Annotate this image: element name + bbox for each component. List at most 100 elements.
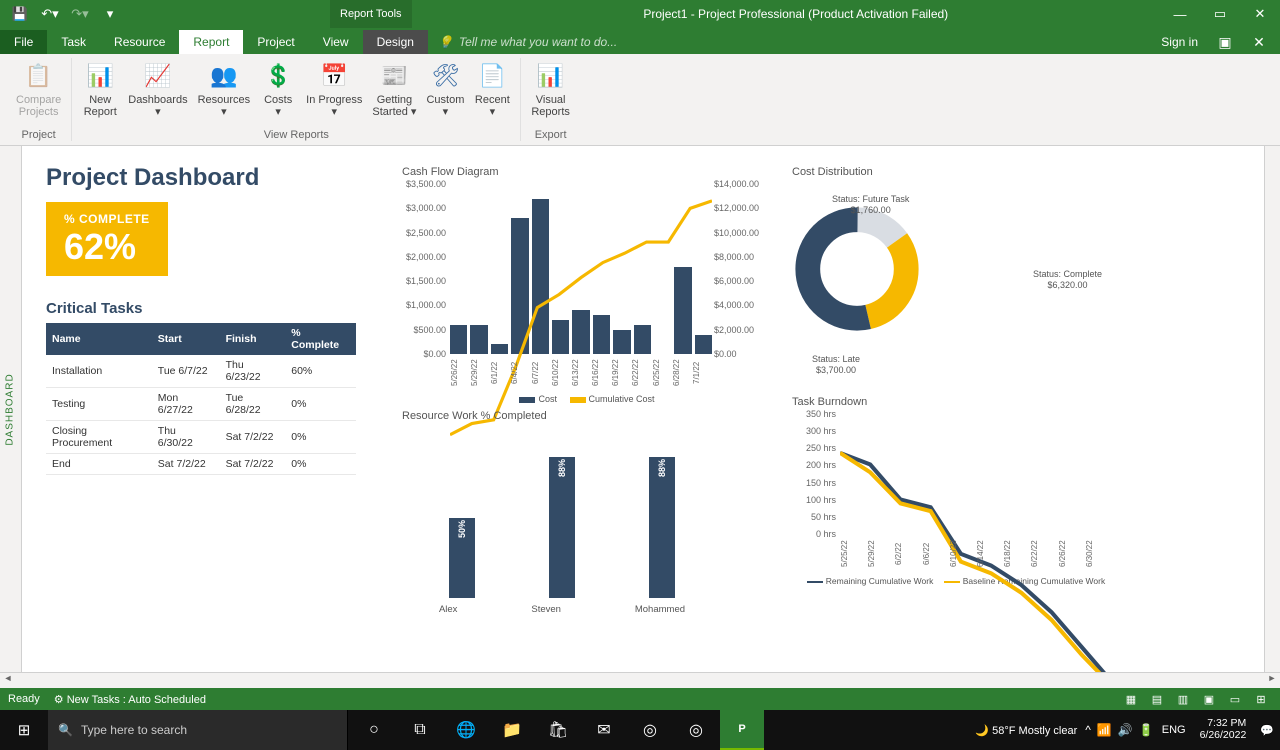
view-shortcut-4[interactable]: ▣ bbox=[1198, 690, 1220, 708]
tab-file[interactable]: File bbox=[0, 30, 47, 54]
wifi-icon[interactable]: 📶 bbox=[1097, 723, 1112, 737]
resource-work-chart: Resource Work % Completed 50%88%88% Alex… bbox=[402, 410, 722, 615]
taskbar-search[interactable]: 🔍Type here to search bbox=[48, 710, 348, 750]
windows-taskbar: ⊞ 🔍Type here to search ○ ⧉ 🌐 📁 🛍 ✉ ◎ ◎ P… bbox=[0, 710, 1280, 750]
resources-icon: 👥 bbox=[208, 60, 240, 92]
ribbon-tabs: File Task Resource Report Project View D… bbox=[0, 28, 1280, 54]
restore-button[interactable]: ▭ bbox=[1200, 0, 1240, 28]
table-row: EndSat 7/2/22Sat 7/2/220% bbox=[46, 454, 356, 475]
quick-access-toolbar: 💾 ↶▾ ↷▾ ▾ bbox=[0, 2, 130, 26]
chart-title: Cash Flow Diagram bbox=[402, 166, 762, 178]
chart-title: Resource Work % Completed bbox=[402, 410, 722, 422]
dashboards-button[interactable]: 📈Dashboards▾ bbox=[124, 58, 191, 127]
recent-icon: 📄 bbox=[476, 60, 508, 92]
custom-icon: 🛠 bbox=[429, 60, 461, 92]
redo-button[interactable]: ↷▾ bbox=[66, 2, 94, 26]
tab-project[interactable]: Project bbox=[243, 30, 308, 54]
weather-widget[interactable]: 🌙 58°F Mostly clear bbox=[975, 724, 1077, 737]
report-body[interactable]: Project Dashboard % COMPLETE 62% Critica… bbox=[22, 146, 1264, 672]
chrome-icon-1[interactable]: ◎ bbox=[628, 710, 672, 750]
costs-button[interactable]: 💲Costs▾ bbox=[256, 58, 300, 127]
col-finish: Finish bbox=[220, 323, 286, 355]
view-side-tab[interactable]: DASHBOARD bbox=[0, 146, 22, 672]
kpi-label: % COMPLETE bbox=[64, 212, 150, 226]
recent-button[interactable]: 📄Recent▾ bbox=[470, 58, 514, 127]
project-icon[interactable]: P bbox=[720, 710, 764, 750]
visual-reports-button[interactable]: 📊Visual Reports bbox=[527, 58, 574, 127]
view-shortcut-1[interactable]: ▦ bbox=[1120, 690, 1142, 708]
status-ready: Ready bbox=[8, 693, 40, 705]
table-row: Closing ProcurementThu 6/30/22Sat 7/2/22… bbox=[46, 421, 356, 454]
group-label: Project bbox=[22, 127, 56, 141]
qat-customize[interactable]: ▾ bbox=[96, 2, 124, 26]
view-shortcut-5[interactable]: ▭ bbox=[1224, 690, 1246, 708]
report-canvas: DASHBOARD Project Dashboard % COMPLETE 6… bbox=[0, 146, 1280, 672]
battery-icon[interactable]: 🔋 bbox=[1139, 723, 1154, 737]
ribbon: 📋Compare Projects Project 📊New Report 📈D… bbox=[0, 54, 1280, 146]
mail-icon[interactable]: ✉ bbox=[582, 710, 626, 750]
horizontal-scrollbar[interactable]: ◄► bbox=[0, 672, 1280, 688]
costs-icon: 💲 bbox=[262, 60, 294, 92]
save-button[interactable]: 💾 bbox=[6, 2, 34, 26]
status-bar: Ready ⚙ New Tasks : Auto Scheduled ▦ ▤ ▥… bbox=[0, 688, 1280, 710]
in-progress-icon: 📅 bbox=[318, 60, 350, 92]
start-button[interactable]: ⊞ bbox=[0, 721, 48, 739]
taskbar-clock[interactable]: 7:32 PM6/26/2022 bbox=[1194, 718, 1253, 741]
edge-icon[interactable]: 🌐 bbox=[444, 710, 488, 750]
tab-design[interactable]: Design bbox=[363, 30, 428, 54]
kpi-complete: % COMPLETE 62% bbox=[46, 202, 168, 276]
col-name: Name bbox=[46, 323, 152, 355]
donut-svg bbox=[792, 204, 922, 334]
lightbulb-icon: 💡 bbox=[438, 35, 453, 49]
tab-report[interactable]: Report bbox=[179, 30, 243, 54]
group-label: View Reports bbox=[264, 127, 329, 141]
view-shortcut-6[interactable]: ⊞ bbox=[1250, 690, 1272, 708]
tell-me-search[interactable]: 💡Tell me what you want to do... bbox=[428, 30, 1149, 54]
new-report-button[interactable]: 📊New Report bbox=[78, 58, 122, 127]
cost-distribution-chart: Cost Distribution Status: Future Task$1,… bbox=[792, 166, 1102, 384]
vertical-scrollbar[interactable] bbox=[1264, 146, 1280, 672]
view-shortcut-2[interactable]: ▤ bbox=[1146, 690, 1168, 708]
tab-resource[interactable]: Resource bbox=[100, 30, 179, 54]
chrome-icon-2[interactable]: ◎ bbox=[674, 710, 718, 750]
explorer-icon[interactable]: 📁 bbox=[490, 710, 534, 750]
resources-button[interactable]: 👥Resources▾ bbox=[194, 58, 255, 127]
tab-view[interactable]: View bbox=[309, 30, 363, 54]
in-progress-button[interactable]: 📅In Progress▾ bbox=[302, 58, 366, 127]
doc-close-button[interactable]: ✕ bbox=[1244, 31, 1274, 54]
undo-button[interactable]: ↶▾ bbox=[36, 2, 64, 26]
view-shortcut-3[interactable]: ▥ bbox=[1172, 690, 1194, 708]
tab-task[interactable]: Task bbox=[47, 30, 100, 54]
ribbon-display-options[interactable]: ▣ bbox=[1210, 31, 1240, 54]
getting-started-icon: 📰 bbox=[378, 60, 410, 92]
chart-title: Cost Distribution bbox=[792, 166, 1102, 178]
chevron-up-icon[interactable]: ^ bbox=[1085, 723, 1091, 737]
minimize-button[interactable]: — bbox=[1160, 0, 1200, 28]
store-icon[interactable]: 🛍 bbox=[536, 710, 580, 750]
chart-title: Task Burndown bbox=[792, 396, 1112, 408]
title-bar: 💾 ↶▾ ↷▾ ▾ Report Tools Project1 - Projec… bbox=[0, 0, 1280, 28]
system-tray[interactable]: ^ 📶 🔊 🔋 bbox=[1085, 723, 1154, 737]
kpi-value: 62% bbox=[64, 226, 150, 268]
language-indicator[interactable]: ENG bbox=[1162, 724, 1186, 736]
cash-flow-chart: Cash Flow Diagram $0.00$500.00$1,000.00$… bbox=[402, 166, 762, 404]
new-report-icon: 📊 bbox=[84, 60, 116, 92]
label-late: Status: Late$3,700.00 bbox=[812, 354, 860, 376]
label-complete: Status: Complete$6,320.00 bbox=[1033, 269, 1102, 291]
search-icon: 🔍 bbox=[58, 723, 73, 737]
task-burndown-chart: Task Burndown 0 hrs50 hrs100 hrs150 hrs2… bbox=[792, 396, 1112, 586]
custom-button[interactable]: 🛠Custom▾ bbox=[422, 58, 468, 127]
close-button[interactable]: ✕ bbox=[1240, 0, 1280, 28]
compare-projects-button: 📋Compare Projects bbox=[12, 58, 65, 127]
window-title: Project1 - Project Professional (Product… bbox=[412, 7, 1160, 21]
cortana-icon[interactable]: ○ bbox=[352, 710, 396, 750]
critical-tasks-table: Name Start Finish % Complete Installatio… bbox=[46, 323, 356, 475]
getting-started-button[interactable]: 📰Getting Started ▾ bbox=[368, 58, 420, 127]
volume-icon[interactable]: 🔊 bbox=[1118, 723, 1133, 737]
sign-in-link[interactable]: Sign in bbox=[1149, 30, 1210, 54]
notifications-icon[interactable]: 💬 bbox=[1260, 724, 1274, 737]
task-view-icon[interactable]: ⧉ bbox=[398, 710, 442, 750]
col-start: Start bbox=[152, 323, 220, 355]
label-future: Status: Future Task$1,760.00 bbox=[832, 194, 909, 216]
group-label: Export bbox=[535, 127, 567, 141]
